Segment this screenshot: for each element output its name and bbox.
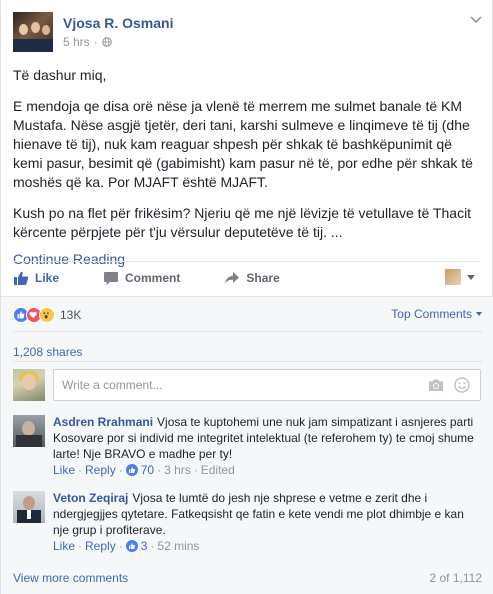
meta-separator: · xyxy=(78,539,83,553)
comment-meta: Like · Reply · 70 · 3 hrs · Edited xyxy=(53,463,235,477)
author-avatar[interactable] xyxy=(13,12,53,52)
comment-placeholder: Write a comment... xyxy=(62,378,163,392)
composer-avatar xyxy=(13,369,45,401)
meta-separator: · xyxy=(93,35,98,49)
comment-time[interactable]: 3 hrs xyxy=(164,463,191,477)
comment-like-link[interactable]: Like xyxy=(53,463,75,477)
commenter-name[interactable]: Asdren Rrahmani xyxy=(53,415,153,429)
divider xyxy=(13,261,480,262)
share-label: Share xyxy=(246,271,280,285)
comment-input[interactable]: Write a comment... xyxy=(53,369,481,401)
caret-down-icon xyxy=(476,312,482,316)
comment-like-count[interactable]: 70 xyxy=(141,463,154,477)
post-card: Vjosa R. Osmani 5 hrs · Të dashur miq, E… xyxy=(0,0,493,594)
meta-separator: · xyxy=(78,463,83,477)
comment-reply-link[interactable]: Reply xyxy=(85,539,116,553)
meta-separator: · xyxy=(118,463,123,477)
meta-separator: · xyxy=(150,539,155,553)
globe-icon xyxy=(101,37,112,47)
reaction-count: 13K xyxy=(60,308,82,322)
chevron-down-icon[interactable] xyxy=(469,12,483,26)
comment-icon xyxy=(104,272,119,285)
comments-panel: 13K Top Comments 1,208 shares Write a co… xyxy=(1,296,493,594)
comment-edited[interactable]: Edited xyxy=(201,463,235,477)
comment-label: Comment xyxy=(125,271,181,285)
thumbs-up-icon xyxy=(125,540,138,552)
commenter-avatar[interactable] xyxy=(13,415,45,447)
like-label: Like xyxy=(35,271,60,285)
share-button[interactable]: Share xyxy=(224,270,280,286)
sort-label: Top Comments xyxy=(391,307,472,321)
comment-body: Asdren Rrahmani Vjosa te kuptohemi une nu… xyxy=(53,414,483,462)
comment-reply-link[interactable]: Reply xyxy=(85,463,116,477)
comment-like-count[interactable]: 3 xyxy=(141,539,148,553)
top-comments-sort[interactable]: Top Comments xyxy=(391,307,482,321)
commenter-name[interactable]: Veton Zeqiraj xyxy=(53,491,128,505)
author-name[interactable]: Vjosa R. Osmani xyxy=(63,15,173,31)
thumbs-up-icon xyxy=(125,464,138,476)
commenter-avatar[interactable] xyxy=(13,491,45,523)
comment-body: Veton Zeqiraj Vjosa te lumtë do jesh nje … xyxy=(53,490,483,538)
comment-button[interactable]: Comment xyxy=(103,270,180,286)
meta-separator: · xyxy=(193,463,198,477)
post-body: Të dashur miq, E mendoja qe disa orë nës… xyxy=(13,66,481,269)
comment-count: 2 of 1,112 xyxy=(429,571,483,585)
action-bar: Like Comment Share xyxy=(13,264,483,292)
camera-icon[interactable] xyxy=(428,378,444,392)
share-icon xyxy=(225,272,240,284)
view-more-comments-link[interactable]: View more comments xyxy=(13,571,128,585)
reactions-summary[interactable]: 13K xyxy=(13,306,81,324)
comment-time[interactable]: 52 mins xyxy=(157,539,199,553)
comment-meta: Like · Reply · 3 · 52 mins xyxy=(53,539,199,553)
wow-reaction-icon xyxy=(39,307,55,323)
comment-like-link[interactable]: Like xyxy=(53,539,75,553)
viewer-avatar[interactable] xyxy=(445,269,461,285)
shares-link[interactable]: 1,208 shares xyxy=(13,345,82,359)
emoji-icon[interactable] xyxy=(454,377,470,393)
post-paragraph: Kush po na flet për frikësim? Njeriu që … xyxy=(13,205,472,240)
thumbs-up-icon xyxy=(14,271,29,285)
post-header: Vjosa R. Osmani 5 hrs · xyxy=(13,12,483,52)
caret-down-icon[interactable] xyxy=(467,275,475,280)
divider xyxy=(13,361,482,362)
post-paragraph: E mendoja qe disa orë nëse ja vlenë të m… xyxy=(13,98,473,190)
post-meta: 5 hrs · xyxy=(63,35,112,49)
like-button[interactable]: Like xyxy=(13,270,59,286)
meta-separator: · xyxy=(118,539,123,553)
divider xyxy=(13,331,482,332)
post-paragraph: Të dashur miq, xyxy=(13,67,107,83)
meta-separator: · xyxy=(157,463,162,477)
post-time[interactable]: 5 hrs xyxy=(63,35,90,49)
